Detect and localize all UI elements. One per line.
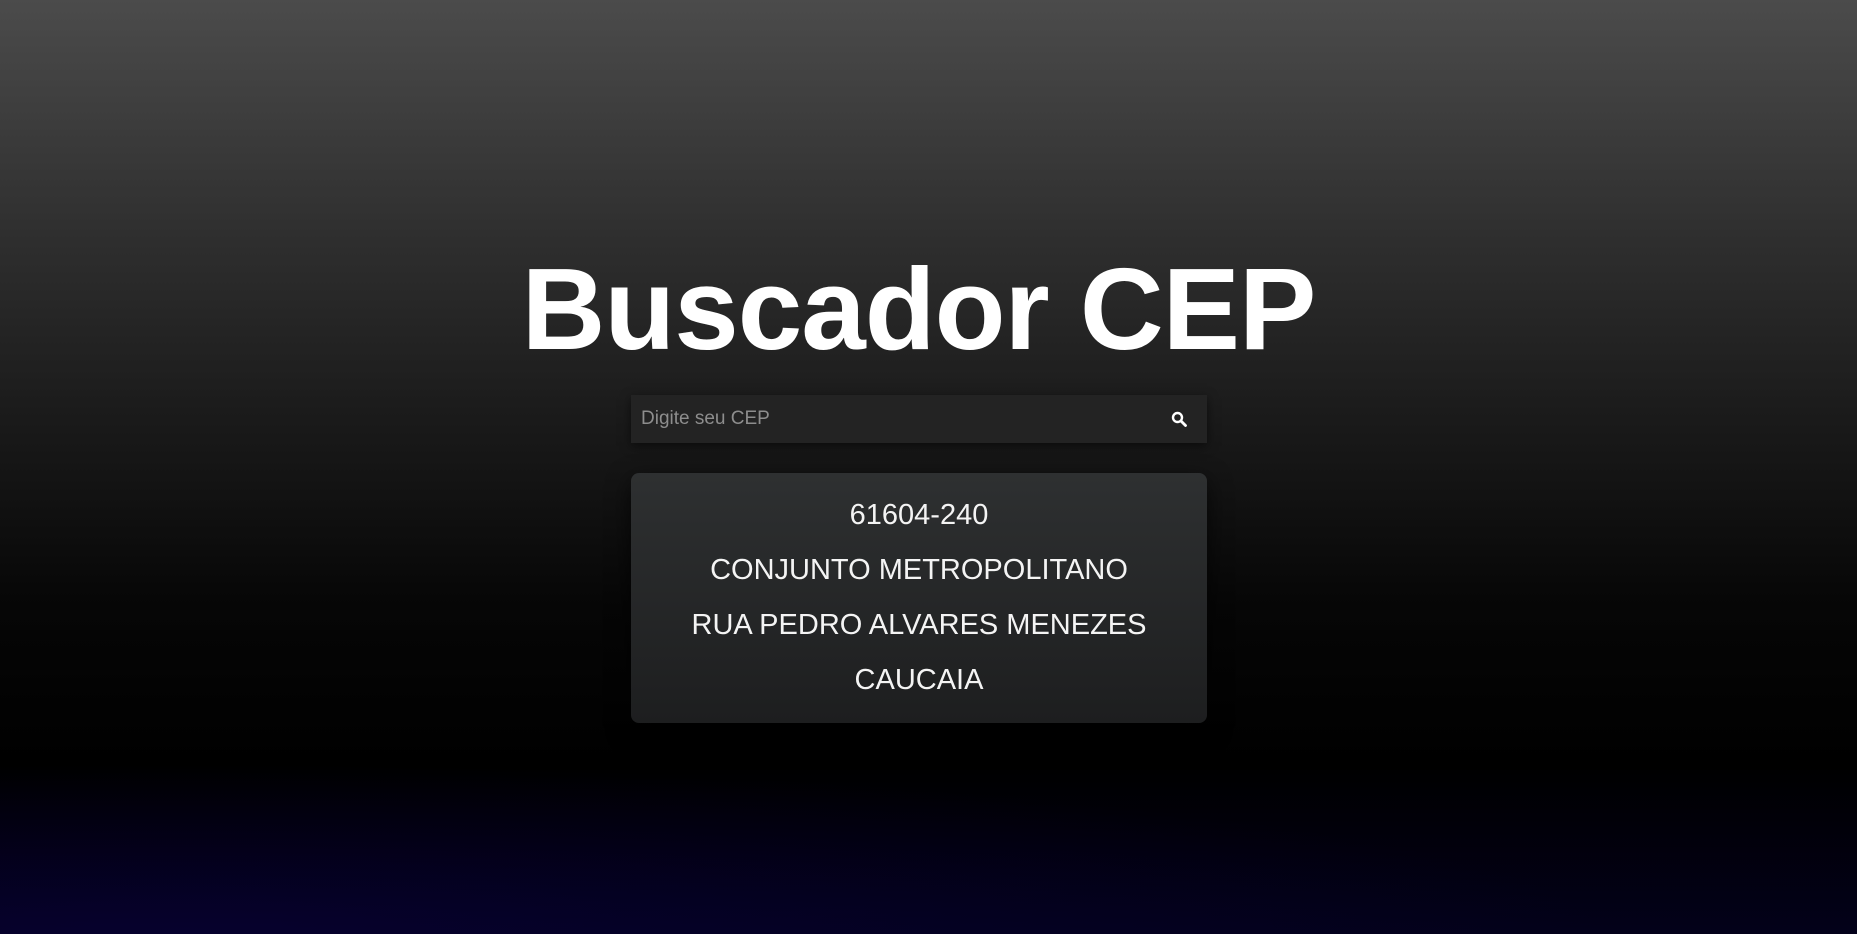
result-logradouro: RUA PEDRO ALVARES MENEZES <box>691 609 1147 641</box>
search-bar <box>631 395 1207 443</box>
page-container: Buscador CEP 61604-240 CONJUNTO METROPOL… <box>0 0 1857 934</box>
cep-search-input[interactable] <box>631 395 1157 443</box>
page-title: Buscador CEP <box>521 244 1317 374</box>
search-icon <box>1171 411 1187 427</box>
result-cep: 61604-240 <box>849 499 989 531</box>
result-bairro: CONJUNTO METROPOLITANO <box>710 554 1128 586</box>
result-card: 61604-240 CONJUNTO METROPOLITANO RUA PED… <box>631 473 1207 723</box>
search-button[interactable] <box>1157 395 1201 443</box>
result-cidade: CAUCAIA <box>854 664 984 696</box>
